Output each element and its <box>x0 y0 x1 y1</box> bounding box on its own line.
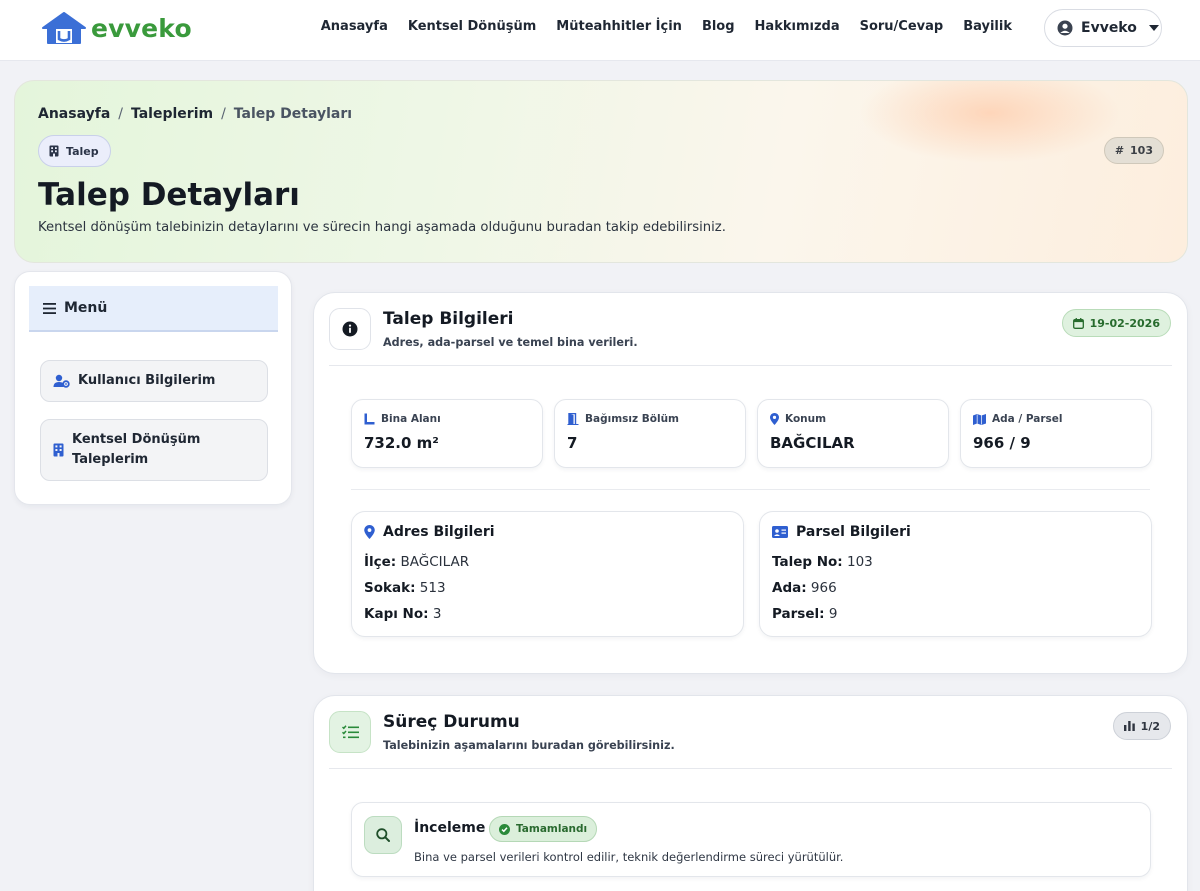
stat-block-parcel: Ada / Parsel 966 / 9 <box>960 399 1152 468</box>
checklist-icon-box <box>329 711 371 753</box>
stat-independent-units: Bağımsız Bölüm 7 <box>554 399 746 468</box>
stat-value: BAĞCILAR <box>770 434 855 452</box>
sidebar-item-requests[interactable]: Kentsel Dönüşüm Taleplerim <box>40 419 268 481</box>
divider <box>329 768 1172 769</box>
address-details-title: Adres Bilgileri <box>383 524 495 540</box>
nav-link-home[interactable]: Anasayfa <box>321 19 388 34</box>
user-gear-icon <box>53 374 70 388</box>
hash-icon: # <box>1114 144 1125 157</box>
calendar-icon <box>1072 317 1084 329</box>
breadcrumb: Anasayfa / Taleplerim / Talep Detayları <box>38 106 353 122</box>
divider <box>329 365 1172 366</box>
nav-link-about[interactable]: Hakkımızda <box>755 19 840 34</box>
parcel-details-title: Parsel Bilgileri <box>796 524 911 540</box>
stat-label: Ada / Parsel <box>992 413 1063 425</box>
address-door-row: Kapı No: 3 <box>364 606 442 622</box>
request-info-card: Talep Bilgileri Adres, ada-parsel ve tem… <box>313 292 1188 674</box>
parcel-block-row: Ada: 966 <box>772 580 837 596</box>
hamburger-icon <box>43 302 56 314</box>
main-nav: Anasayfa Kentsel Dönüşüm Müteahhitler İç… <box>321 19 1012 34</box>
check-circle-icon <box>499 823 510 835</box>
stat-label: Konum <box>785 413 827 425</box>
door-icon <box>567 413 579 425</box>
sidebar-menu: Menü Kullanıcı Bilgilerim Kentsel Dönüşü… <box>14 271 292 505</box>
bar-chart-icon <box>1123 721 1135 731</box>
step-status-label: Tamamlandı <box>516 823 588 835</box>
page-title: Talep Detayları <box>38 177 300 213</box>
location-pin-icon <box>364 525 375 539</box>
stat-label: Bina Alanı <box>381 413 441 425</box>
search-icon <box>376 828 390 842</box>
nav-link-contractors[interactable]: Müteahhitler İçin <box>556 19 682 34</box>
parcel-details: Parsel Bilgileri Talep No: 103 Ada: 966 … <box>759 511 1152 637</box>
menu-heading: Menü <box>29 286 278 332</box>
id-card-icon <box>772 526 788 538</box>
house-logo-icon <box>42 12 86 44</box>
nav-link-dealership[interactable]: Bayilik <box>963 19 1012 34</box>
process-status-subtitle: Talebinizin aşamalarını buradan görebili… <box>383 739 675 752</box>
search-icon-box <box>364 816 402 854</box>
stat-label: Bağımsız Bölüm <box>585 413 679 425</box>
breadcrumb-home[interactable]: Anasayfa <box>38 106 110 122</box>
brand-logo[interactable]: evveko <box>40 11 192 45</box>
nav-link-blog[interactable]: Blog <box>702 19 735 34</box>
ruler-icon <box>364 413 375 425</box>
address-street-row: Sokak: 513 <box>364 580 446 596</box>
process-status-title: Süreç Durumu <box>383 712 520 732</box>
user-name: Evveko <box>1081 20 1137 36</box>
brand-name: evveko <box>91 13 192 43</box>
menu-heading-label: Menü <box>64 300 108 316</box>
stat-value: 732.0 m² <box>364 434 439 452</box>
stat-building-area: Bina Alanı 732.0 m² <box>351 399 543 468</box>
request-date-badge: 19-02-2026 <box>1061 309 1171 337</box>
progress-value: 1/2 <box>1140 719 1160 733</box>
step-description: Bina ve parsel verileri kontrol edilir, … <box>414 850 844 864</box>
parcel-number-row: Parsel: 9 <box>772 606 838 622</box>
info-icon <box>342 321 358 337</box>
request-info-subtitle: Adres, ada-parsel ve temel bina verileri… <box>383 336 638 349</box>
stat-value: 7 <box>567 434 578 452</box>
location-pin-icon <box>770 413 779 425</box>
request-info-title: Talep Bilgileri <box>383 309 514 329</box>
user-menu-button[interactable]: Evveko <box>1044 9 1162 47</box>
chevron-down-icon <box>1148 25 1159 31</box>
sidebar-item-label: Kullanıcı Bilgilerim <box>78 373 216 388</box>
breadcrumb-requests[interactable]: Taleplerim <box>131 106 213 122</box>
page-subtitle: Kentsel dönüşüm talebinizin detaylarını … <box>38 220 726 235</box>
request-type-badge: Talep <box>38 135 111 167</box>
request-id-value: 103 <box>1130 144 1153 157</box>
parcel-request-no-row: Talep No: 103 <box>772 554 873 570</box>
building-icon <box>49 145 59 157</box>
checklist-icon <box>341 725 359 739</box>
request-id-badge: # 103 <box>1103 137 1164 164</box>
breadcrumb-current: Talep Detayları <box>233 106 353 122</box>
divider <box>351 489 1150 490</box>
top-navbar: evveko Anasayfa Kentsel Dönüşüm Müteahhi… <box>0 0 1200 61</box>
stat-value: 966 / 9 <box>973 434 1031 452</box>
request-date: 19-02-2026 <box>1089 316 1160 330</box>
step-status-badge: Tamamlandı <box>489 816 598 842</box>
sidebar-item-label: Kentsel Dönüşüm Taleplerim <box>72 432 201 467</box>
step-title: İnceleme <box>414 820 486 836</box>
address-details: Adres Bilgileri İlçe: BAĞCILAR Sokak: 51… <box>351 511 744 637</box>
nav-link-urban-transformation[interactable]: Kentsel Dönüşüm <box>408 19 536 34</box>
address-district-row: İlçe: BAĞCILAR <box>364 554 470 570</box>
progress-badge: 1/2 <box>1112 712 1171 740</box>
process-step-review: İnceleme Tamamlandı Bina ve parsel veril… <box>351 802 1151 877</box>
nav-link-faq[interactable]: Soru/Cevap <box>860 19 944 34</box>
process-status-card: Süreç Durumu Talebinizin aşamalarını bur… <box>313 695 1188 891</box>
stat-location: Konum BAĞCILAR <box>757 399 949 468</box>
user-circle-icon <box>1057 20 1073 36</box>
page-hero: Anasayfa / Taleplerim / Talep Detayları … <box>14 80 1188 263</box>
info-icon-box <box>329 308 371 350</box>
request-type-label: Talep <box>66 144 99 158</box>
map-icon <box>973 413 986 425</box>
sidebar-item-user-info[interactable]: Kullanıcı Bilgilerim <box>40 360 268 402</box>
building-icon <box>53 443 64 457</box>
